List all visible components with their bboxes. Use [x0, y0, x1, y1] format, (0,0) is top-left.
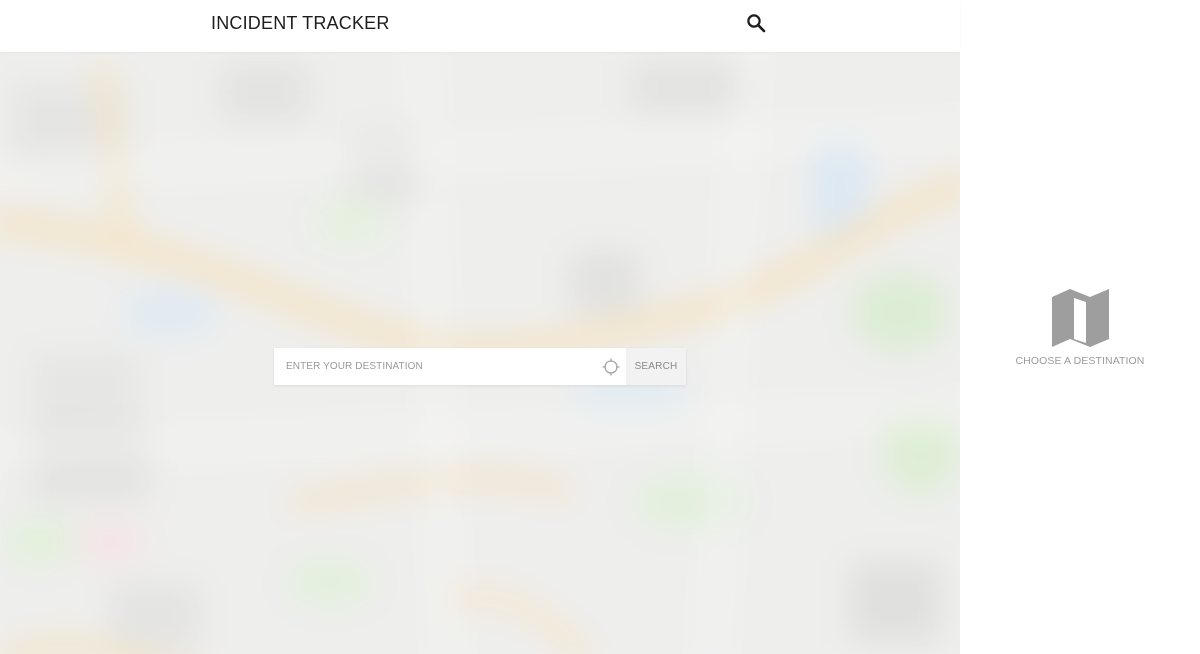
- app-root: INCIDENT TRACKER ENTER YOUR DESTINATION …: [0, 0, 1200, 654]
- header-search-button[interactable]: [744, 11, 768, 35]
- results-panel: CHOOSE A DESTINATION: [960, 0, 1200, 654]
- search-button[interactable]: SEARCH: [626, 348, 686, 385]
- destination-input[interactable]: [274, 348, 596, 385]
- app-title: INCIDENT TRACKER: [211, 13, 390, 33]
- destination-search-bar: SEARCH: [274, 348, 686, 385]
- crosshair-icon: [602, 358, 620, 375]
- map-view[interactable]: SEARCH: [0, 52, 960, 654]
- top-bar: INCIDENT TRACKER: [0, 0, 960, 52]
- search-icon: [747, 14, 766, 33]
- map-icon: [1052, 289, 1109, 347]
- locate-button[interactable]: [596, 348, 626, 385]
- empty-state-message: CHOOSE A DESTINATION: [1015, 355, 1145, 367]
